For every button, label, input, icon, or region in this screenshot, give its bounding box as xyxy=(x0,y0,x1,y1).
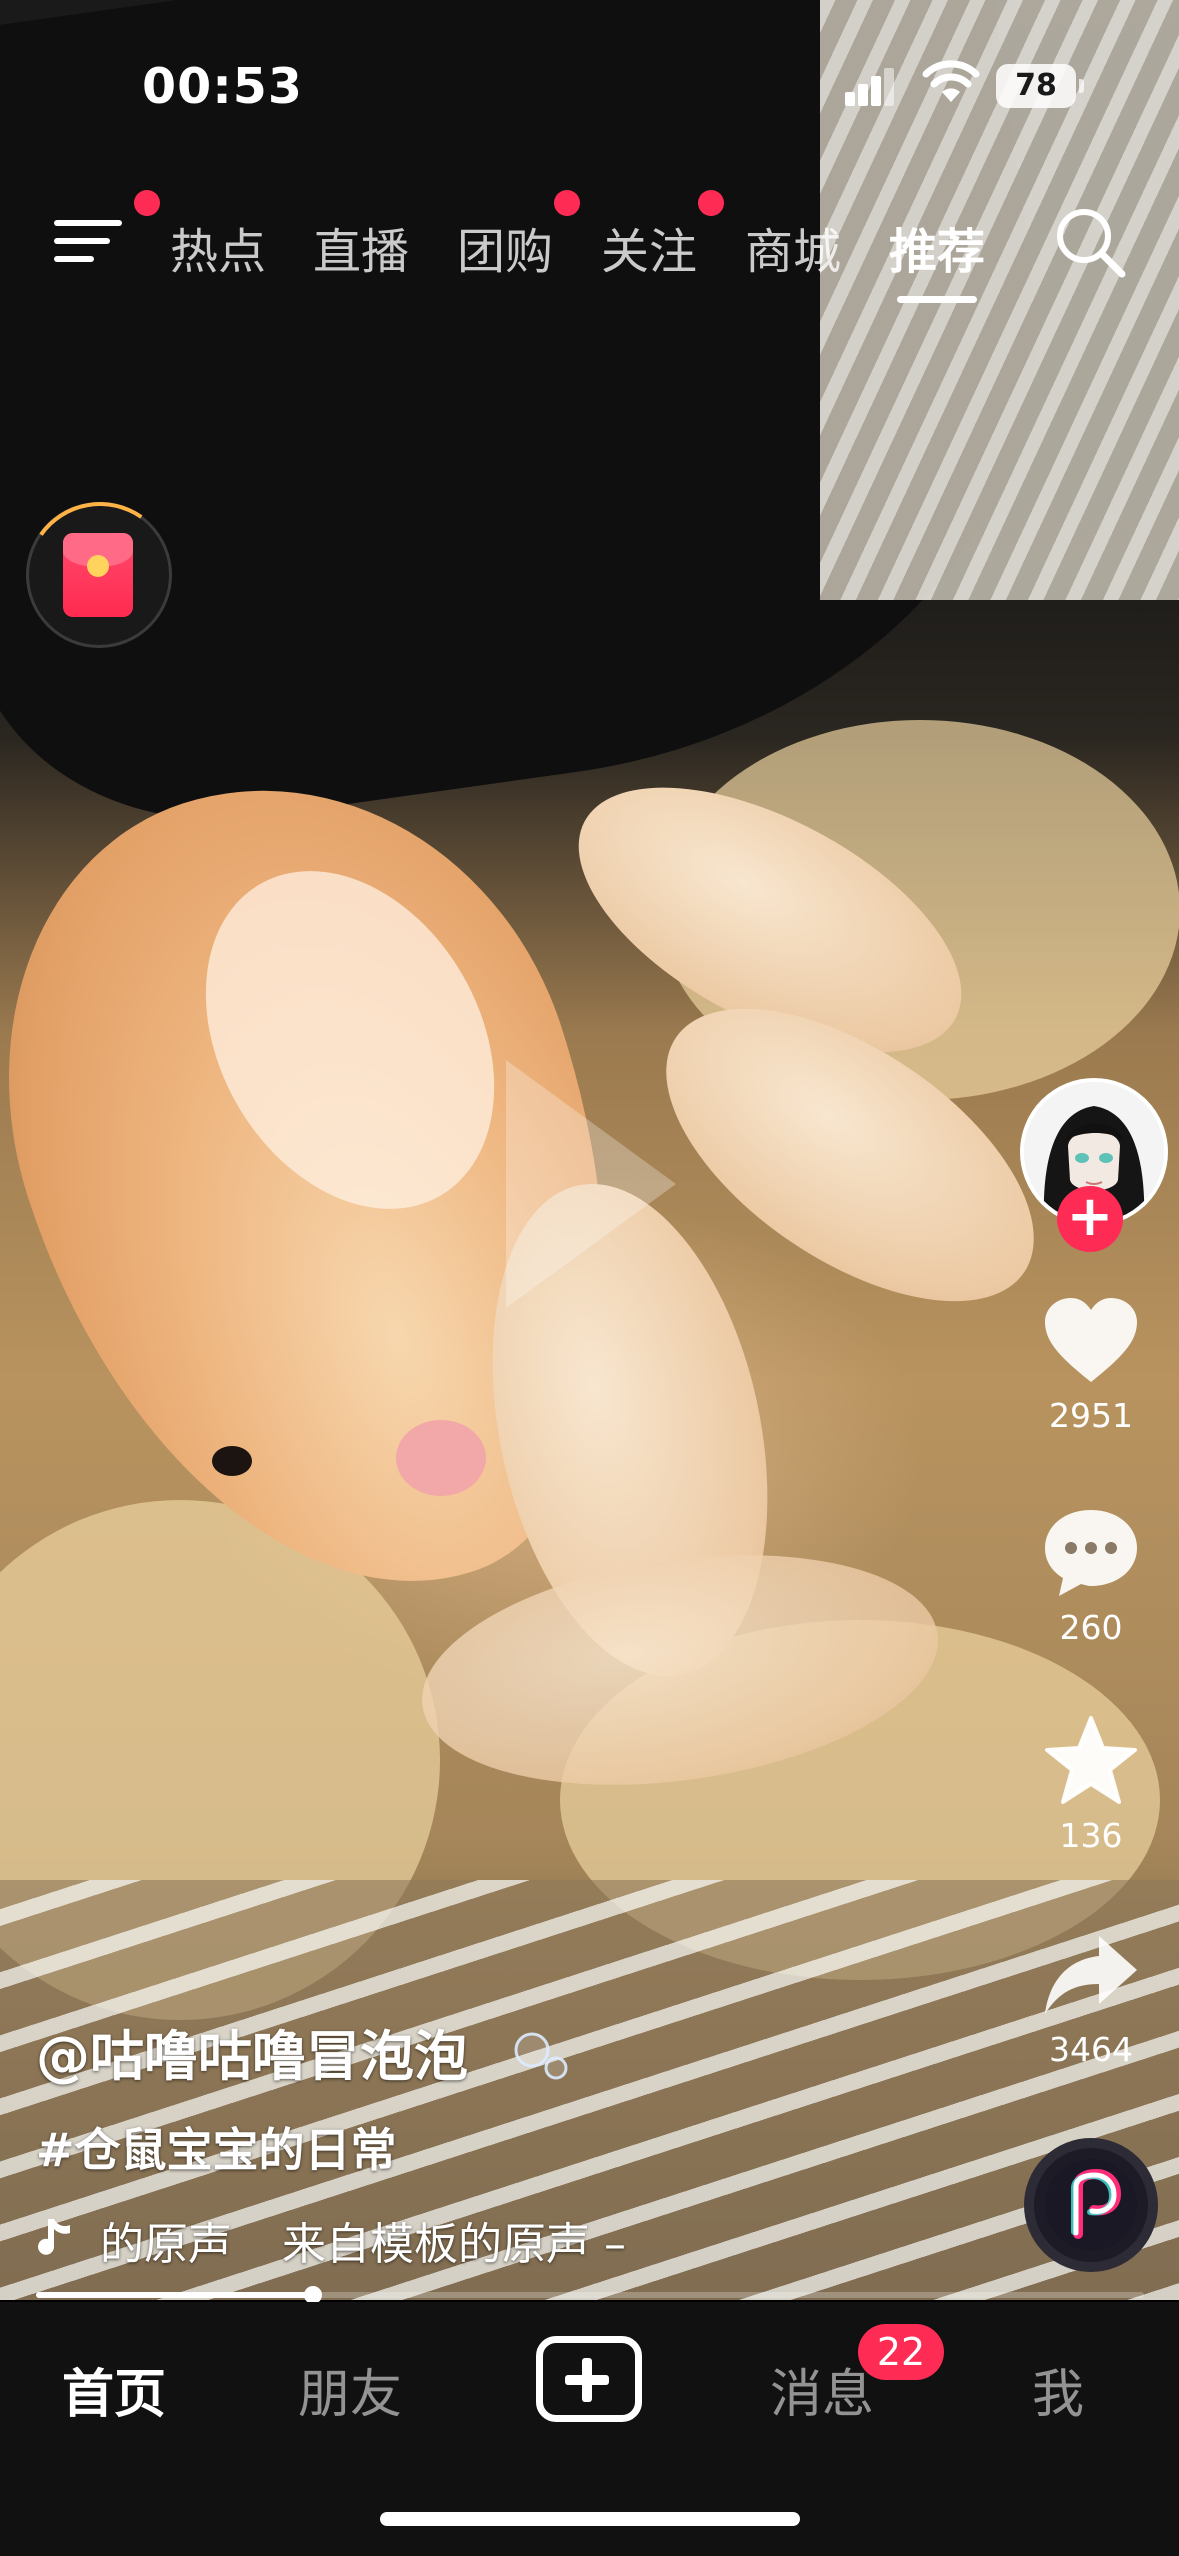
menu-icon xyxy=(54,220,122,226)
search-icon[interactable] xyxy=(1052,204,1128,280)
share-arrow-icon xyxy=(1045,1936,1137,2014)
hashtag-link[interactable]: #仓鼠宝宝的日常 xyxy=(36,2114,397,2180)
menu-notification-dot xyxy=(134,190,160,216)
play-icon[interactable] xyxy=(506,1060,676,1308)
tab-following[interactable]: 关注 xyxy=(601,212,697,282)
music-note-icon xyxy=(38,2219,70,2255)
messages-badge: 22 xyxy=(858,2324,944,2380)
tab-recommend[interactable]: 推荐 xyxy=(889,212,985,282)
like-count: 2951 xyxy=(1049,1396,1133,1435)
bottom-tab-messages[interactable]: 消息 xyxy=(770,2352,874,2427)
bottom-tab-home[interactable]: 首页 xyxy=(62,2352,166,2427)
menu-button[interactable] xyxy=(54,212,126,270)
tab-groupbuy[interactable]: 团购 xyxy=(457,212,553,282)
screen: 00:53 78 热点 直播 团购 关注 商城 推荐 + 2951 260 13… xyxy=(0,0,1179,2556)
comment-count: 260 xyxy=(1059,1608,1123,1647)
create-post-button[interactable] xyxy=(536,2336,642,2422)
heart-icon xyxy=(1045,1298,1137,1382)
video-hamster-nose xyxy=(396,1420,486,1496)
video-player[interactable] xyxy=(0,0,1179,2300)
tab-hot[interactable]: 热点 xyxy=(170,212,266,282)
battery-icon: 78 xyxy=(996,64,1084,108)
status-time: 00:53 xyxy=(142,58,303,115)
music-info[interactable]: 的原声 来自模板的原声 – xyxy=(36,2208,626,2272)
star-icon xyxy=(1045,1716,1137,1804)
cellular-signal-icon xyxy=(845,62,894,106)
music-subtitle: 来自模板的原声 – xyxy=(282,2219,626,2270)
plus-icon: + xyxy=(1066,1184,1114,1249)
favorite-button[interactable]: 136 xyxy=(1020,1714,1162,1855)
music-disc-icon xyxy=(1045,2159,1137,2251)
tab-live[interactable]: 直播 xyxy=(313,212,409,282)
home-indicator xyxy=(380,2512,800,2526)
music-title: 的原声 xyxy=(100,2219,232,2270)
comment-button[interactable]: 260 xyxy=(1020,1506,1162,1647)
favorite-count: 136 xyxy=(1059,1816,1123,1855)
bottom-tab-friends[interactable]: 朋友 xyxy=(298,2352,402,2427)
bottom-tab-me[interactable]: 我 xyxy=(1032,2352,1084,2427)
red-packet-button[interactable] xyxy=(14,490,186,662)
tab-following-dot xyxy=(698,190,724,216)
music-disc-button[interactable] xyxy=(1024,2138,1158,2272)
like-button[interactable]: 2951 xyxy=(1020,1296,1162,1435)
tab-groupbuy-dot xyxy=(554,190,580,216)
comment-icon xyxy=(1045,1510,1137,1596)
tab-active-indicator xyxy=(897,296,977,303)
bubbles-emoji-icon xyxy=(514,2032,568,2080)
red-packet-icon xyxy=(63,533,133,617)
video-progress-bar[interactable] xyxy=(36,2286,1144,2304)
author-name[interactable]: @咕噜咕噜冒泡泡 xyxy=(36,2012,468,2091)
video-progress-fill xyxy=(36,2292,313,2298)
share-button[interactable]: 3464 xyxy=(1020,1930,1162,2069)
follow-button[interactable]: + xyxy=(1057,1186,1123,1252)
share-count: 3464 xyxy=(1049,2030,1133,2069)
wifi-icon xyxy=(922,60,980,102)
tab-mall[interactable]: 商城 xyxy=(745,212,841,282)
video-hamster-eye xyxy=(212,1446,252,1476)
